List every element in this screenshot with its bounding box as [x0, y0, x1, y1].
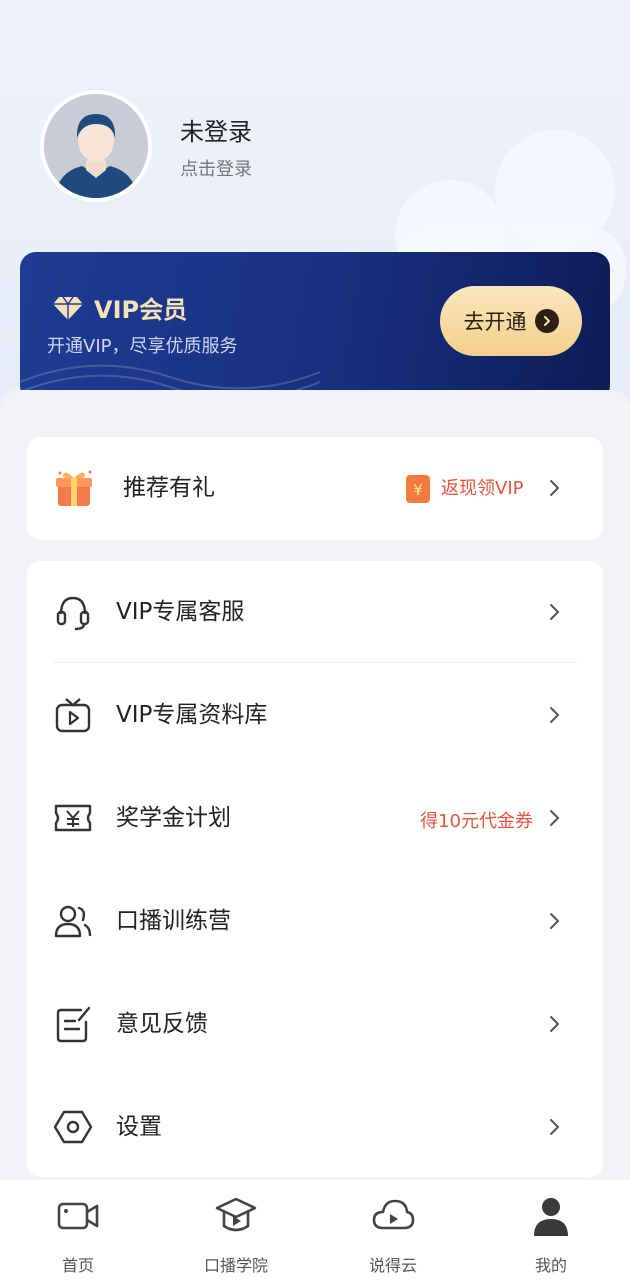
- chevron-right-icon: [550, 1016, 560, 1032]
- menu-item-label: 意见反馈: [116, 1011, 208, 1037]
- tab-label: 说得云: [368, 1256, 417, 1275]
- menu-item-vip-service[interactable]: VIP专属客服: [27, 561, 603, 663]
- login-status[interactable]: 未登录: [180, 112, 252, 147]
- referral-row[interactable]: 推荐有礼 ¥ 返现领VIP: [27, 437, 603, 540]
- tab-mine[interactable]: 我的: [491, 1180, 611, 1280]
- arrow-right-circle-icon: [534, 309, 559, 333]
- person-icon: [534, 1198, 568, 1236]
- chevron-right-icon: [550, 707, 560, 723]
- headset-icon: [56, 596, 90, 631]
- chevron-right-icon: [550, 913, 560, 929]
- video-library-icon: [55, 698, 91, 733]
- menu-item-feedback[interactable]: 意见反馈: [27, 973, 603, 1075]
- tab-cloud[interactable]: 说得云: [333, 1180, 453, 1280]
- scholarship-tag: 得10元代金券: [420, 811, 533, 832]
- yuan-ticket-icon: [54, 804, 92, 832]
- open-vip-label: 去开通: [463, 310, 527, 334]
- referral-card[interactable]: 推荐有礼 ¥ 返现领VIP: [27, 437, 603, 540]
- tab-home[interactable]: 首页: [18, 1180, 138, 1280]
- vip-banner[interactable]: VIP会员 开通VIP，尽享优质服务 去开通: [20, 252, 610, 402]
- tab-label: 我的: [534, 1256, 567, 1275]
- avatar[interactable]: [40, 90, 152, 202]
- vip-subtitle: 开通VIP，尽享优质服务: [47, 336, 238, 357]
- profile-header[interactable]: 未登录 点击登录: [40, 90, 252, 202]
- avatar-person-icon: [44, 94, 148, 198]
- feedback-icon: [56, 1006, 91, 1043]
- login-link[interactable]: 点击登录: [180, 155, 252, 181]
- open-vip-button[interactable]: 去开通: [440, 286, 582, 356]
- referral-tag: 返现领VIP: [441, 478, 524, 499]
- settings-icon: [53, 1110, 93, 1144]
- menu-item-label: 设置: [116, 1114, 162, 1140]
- menu-item-label: VIP专属资料库: [116, 702, 268, 728]
- users-icon: [54, 905, 92, 938]
- referral-label: 推荐有礼: [123, 475, 215, 501]
- video-camera-icon: [57, 1202, 99, 1230]
- divider: [53, 662, 577, 663]
- menu-card: VIP专属客服 VIP专属资料库 奖学金计划 得10元代金券 口播训练营 意见反…: [27, 561, 603, 1177]
- chevron-right-icon: [550, 810, 560, 826]
- menu-item-training-camp[interactable]: 口播训练营: [27, 870, 603, 972]
- menu-item-settings[interactable]: 设置: [27, 1076, 603, 1178]
- chevron-right-icon: [550, 480, 560, 496]
- gift-icon: [56, 470, 92, 506]
- tab-label: 首页: [61, 1256, 94, 1275]
- tab-academy[interactable]: 口播学院: [176, 1180, 296, 1280]
- menu-item-scholarship[interactable]: 奖学金计划 得10元代金券: [27, 767, 603, 869]
- menu-item-label: 口播训练营: [116, 908, 231, 934]
- menu-item-vip-library[interactable]: VIP专属资料库: [27, 664, 603, 766]
- bottom-tab-bar: 首页 口播学院 说得云 我的: [0, 1180, 630, 1280]
- yuan-badge-icon: ¥: [406, 475, 430, 503]
- vip-title: VIP会员: [94, 296, 188, 324]
- diamond-icon: [53, 296, 83, 320]
- chevron-right-icon: [550, 1119, 560, 1135]
- cloud-play-icon: [372, 1199, 415, 1230]
- chevron-right-icon: [550, 604, 560, 620]
- tab-label: 口播学院: [203, 1256, 268, 1275]
- svg-text:¥: ¥: [413, 481, 423, 499]
- academy-icon: [215, 1197, 257, 1232]
- menu-item-label: VIP专属客服: [116, 599, 245, 625]
- menu-item-label: 奖学金计划: [116, 805, 231, 831]
